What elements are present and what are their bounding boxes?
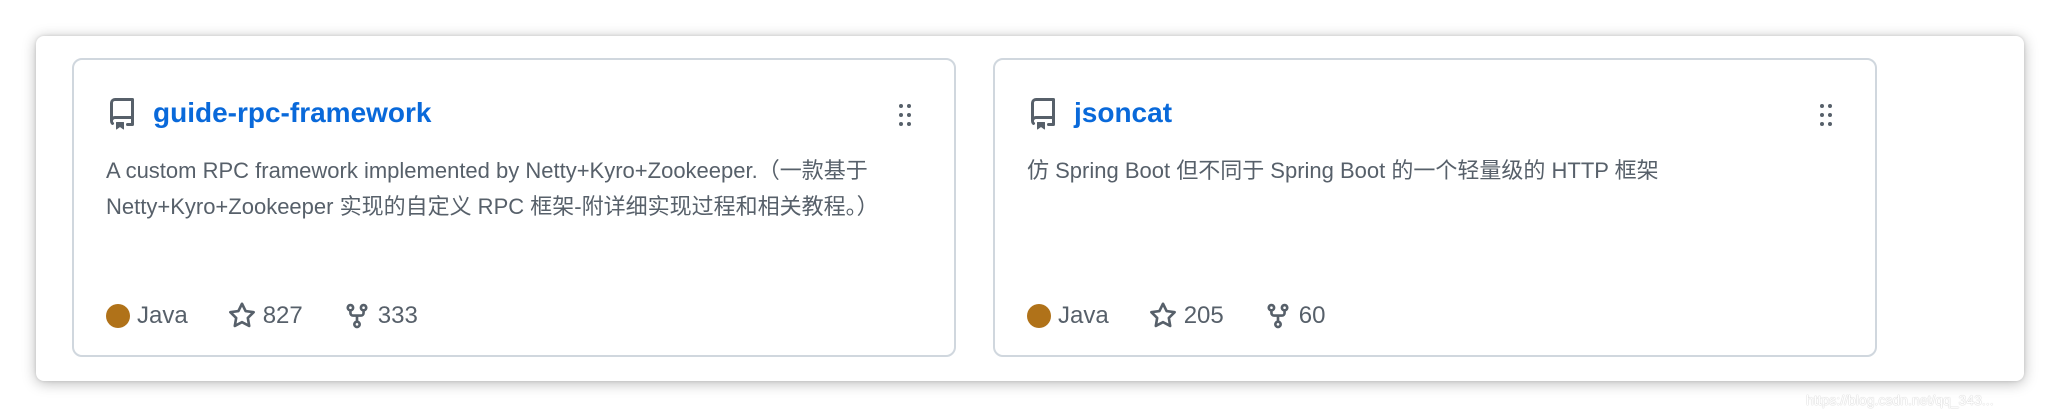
- fork-icon: [1267, 303, 1289, 329]
- repo-language: Java: [106, 302, 188, 330]
- forks-count: 333: [377, 302, 418, 329]
- grabber-icon[interactable]: [1819, 103, 1833, 127]
- language-color-dot: [1027, 304, 1051, 328]
- pinned-repositories-panel: guide-rpc-framework A custom RPC framewo…: [36, 36, 2024, 381]
- forks-link[interactable]: 333: [343, 302, 418, 330]
- repo-meta: Java 205 60: [1027, 298, 1365, 334]
- repo-meta: Java 827 333: [106, 298, 458, 334]
- language-color-dot: [106, 304, 130, 328]
- forks-count: 60: [1298, 302, 1326, 329]
- stars-count: 827: [262, 302, 303, 329]
- language-label: Java: [137, 302, 188, 329]
- language-label: Java: [1058, 302, 1109, 329]
- stars-count: 205: [1183, 302, 1224, 329]
- star-icon: [1149, 302, 1176, 328]
- forks-link[interactable]: 60: [1264, 302, 1326, 330]
- grabber-icon[interactable]: [898, 103, 912, 127]
- repo-name-link[interactable]: guide-rpc-framework: [153, 95, 432, 131]
- repo-description: 仿 Spring Boot 但不同于 Spring Boot 的一个轻量级的 H…: [1027, 158, 1659, 183]
- stars-link[interactable]: 205: [1149, 302, 1224, 330]
- pinned-repo-card: guide-rpc-framework A custom RPC framewo…: [72, 58, 956, 357]
- fork-icon: [346, 303, 368, 329]
- repo-icon: [1031, 98, 1055, 130]
- pinned-repo-card: jsoncat 仿 Spring Boot 但不同于 Spring Boot 的…: [993, 58, 1877, 357]
- repo-description: A custom RPC framework implemented by Ne…: [106, 158, 879, 219]
- repo-icon: [110, 98, 134, 130]
- repo-language: Java: [1027, 302, 1109, 330]
- stars-link[interactable]: 827: [228, 302, 303, 330]
- watermark: https://blog.csdn.net/qq_343...: [1806, 392, 1994, 408]
- repo-name-link[interactable]: jsoncat: [1074, 95, 1172, 131]
- star-icon: [228, 302, 255, 328]
